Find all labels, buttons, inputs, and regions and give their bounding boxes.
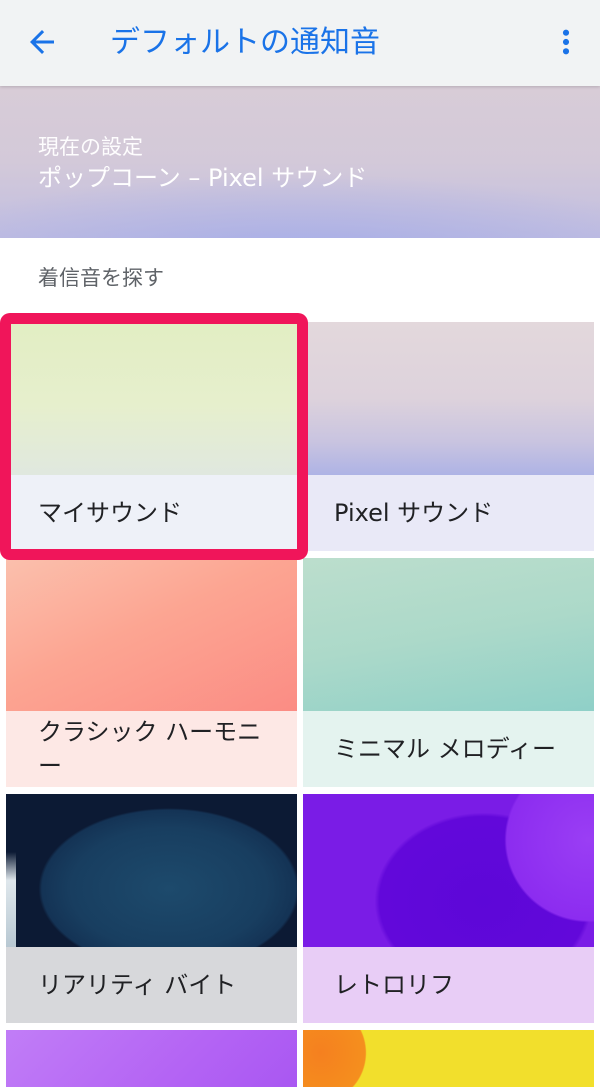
current-setting-banner[interactable]: 現在の設定 ポップコーン – Pixel サウンド xyxy=(0,86,600,238)
card-artwork xyxy=(303,322,594,475)
card-label: ミニマル メロディー xyxy=(303,711,594,787)
back-button[interactable] xyxy=(18,18,66,66)
card-artwork xyxy=(303,1030,594,1087)
card-artwork xyxy=(303,558,594,711)
menu-dot xyxy=(562,38,570,46)
more-vert-icon xyxy=(562,29,570,55)
category-card-pixel-sounds[interactable]: Pixel サウンド xyxy=(303,322,594,551)
card-label: レトロリフ xyxy=(303,947,594,1023)
category-card-reality-bites[interactable]: リアリティ バイト xyxy=(6,794,297,1023)
menu-dot xyxy=(562,48,570,55)
arrow-back-icon-shape xyxy=(30,30,54,54)
app-bar: デフォルトの通知音 xyxy=(0,0,600,86)
card-artwork xyxy=(6,1030,297,1087)
card-label: マイサウンド xyxy=(6,475,297,551)
card-artwork xyxy=(6,558,297,711)
category-card-partial[interactable] xyxy=(303,1030,594,1087)
card-artwork xyxy=(303,794,594,947)
overflow-menu-button[interactable] xyxy=(542,18,590,66)
card-label: Pixel サウンド xyxy=(303,475,594,551)
current-setting-value: ポップコーン – Pixel サウンド xyxy=(38,164,368,192)
card-label: クラシック ハーモニー xyxy=(6,711,297,787)
card-artwork xyxy=(6,322,297,475)
card-label: リアリティ バイト xyxy=(6,947,297,1023)
card-artwork xyxy=(6,794,297,947)
category-card-my-sounds[interactable]: マイサウンド xyxy=(6,322,297,551)
category-grid: マイサウンド Pixel サウンド クラシック ハーモニー ミニマル メロディー… xyxy=(6,322,594,1087)
category-card-partial[interactable] xyxy=(6,1030,297,1087)
arrow-back-icon xyxy=(30,30,54,54)
page-title: デフォルトの通知音 xyxy=(110,25,380,60)
category-card-minimal-melody[interactable]: ミニマル メロディー xyxy=(303,558,594,787)
category-card-retro-riff[interactable]: レトロリフ xyxy=(303,794,594,1023)
category-card-classic-harmony[interactable]: クラシック ハーモニー xyxy=(6,558,297,787)
browse-heading: 着信音を探す xyxy=(38,266,164,290)
menu-dot xyxy=(562,29,570,36)
current-setting-label: 現在の設定 xyxy=(38,135,143,159)
